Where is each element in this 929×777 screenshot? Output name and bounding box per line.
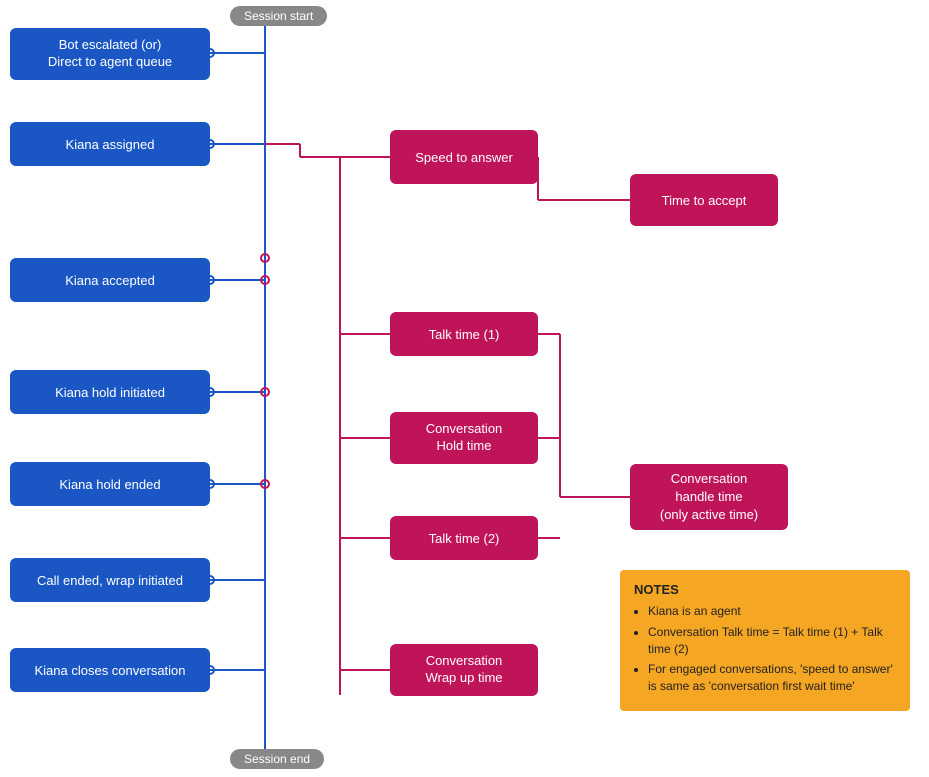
talk-time-2-box: Talk time (2) <box>390 516 538 560</box>
time-to-accept-box: Time to accept <box>630 174 778 226</box>
note-item-2: Conversation Talk time = Talk time (1) +… <box>648 624 896 658</box>
kiana-assigned-box: Kiana assigned <box>10 122 210 166</box>
note-item-3: For engaged conversations, 'speed to ans… <box>648 661 896 695</box>
notes-list: Kiana is an agent Conversation Talk time… <box>634 603 896 695</box>
notes-box: NOTES Kiana is an agent Conversation Tal… <box>620 570 910 711</box>
diagram-container: Session start Session end Bot escalated … <box>0 0 929 777</box>
conversation-hold-time-box: Conversation Hold time <box>390 412 538 464</box>
kiana-hold-ended-box: Kiana hold ended <box>10 462 210 506</box>
talk-time-1-box: Talk time (1) <box>390 312 538 356</box>
conversation-handle-time-box: Conversation handle time (only active ti… <box>630 464 788 530</box>
kiana-closes-box: Kiana closes conversation <box>10 648 210 692</box>
kiana-accepted-box: Kiana accepted <box>10 258 210 302</box>
bot-escalated-box: Bot escalated (or) Direct to agent queue <box>10 28 210 80</box>
notes-title: NOTES <box>634 582 896 597</box>
note-item-1: Kiana is an agent <box>648 603 896 620</box>
kiana-hold-initiated-box: Kiana hold initiated <box>10 370 210 414</box>
call-ended-wrap-box: Call ended, wrap initiated <box>10 558 210 602</box>
session-end-pill: Session end <box>230 749 324 769</box>
conversation-wrap-up-box: Conversation Wrap up time <box>390 644 538 696</box>
speed-to-answer-box: Speed to answer <box>390 130 538 184</box>
session-start-pill: Session start <box>230 6 327 26</box>
